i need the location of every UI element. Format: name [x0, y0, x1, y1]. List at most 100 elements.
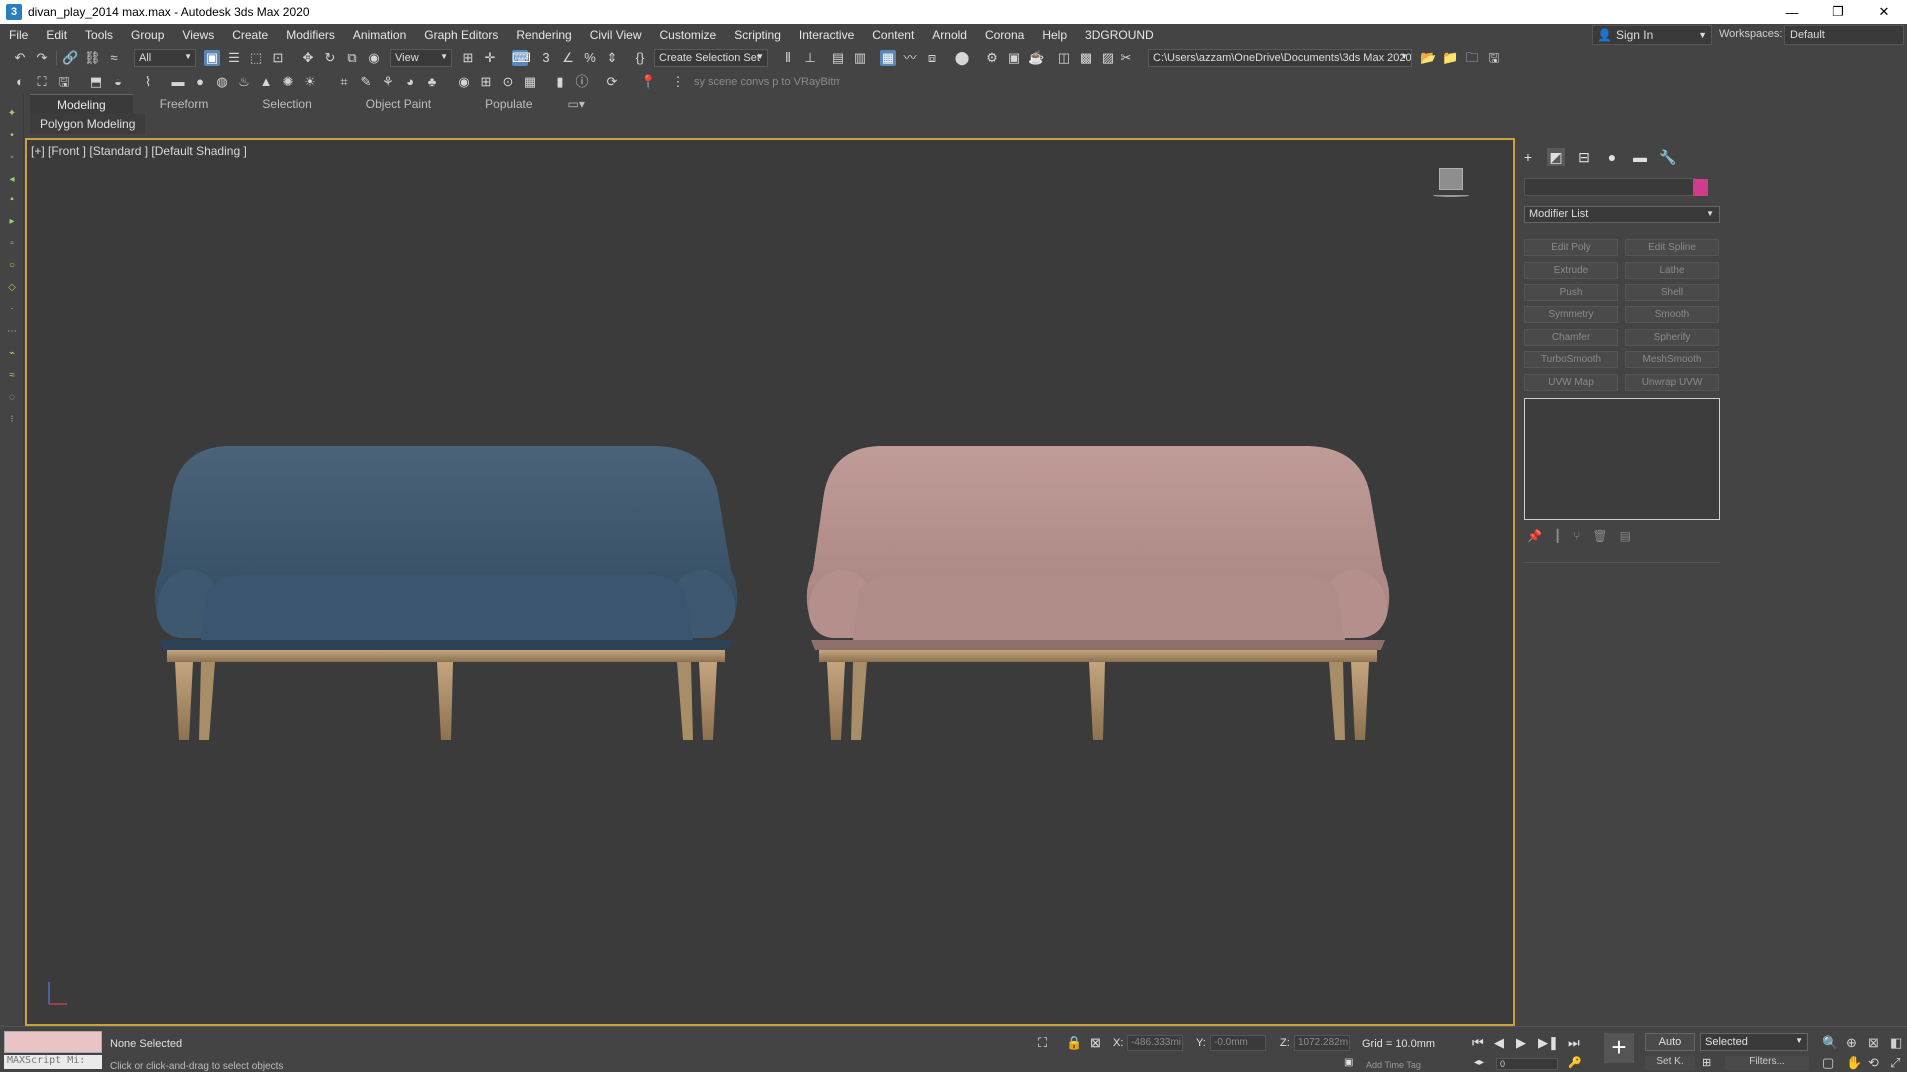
- render-setup-icon[interactable]: ⚙: [984, 50, 1000, 66]
- tool-icon[interactable]: ▪: [6, 194, 18, 206]
- vray-sphere-icon[interactable]: ◉: [456, 74, 472, 90]
- modeling-tool-icon[interactable]: ⌗: [336, 74, 352, 90]
- viewcube-ring[interactable]: [1433, 194, 1469, 197]
- set-project-icon[interactable]: 🗀: [1464, 50, 1480, 66]
- render-icon[interactable]: ◒: [110, 74, 126, 90]
- shell-button[interactable]: Shell: [1625, 284, 1719, 301]
- scene-states-icon[interactable]: ◐: [12, 74, 28, 90]
- tool-icon[interactable]: ≈: [6, 370, 18, 382]
- keyboard-shortcut-override-icon[interactable]: ⌨: [512, 50, 531, 66]
- tab-modeling[interactable]: Modeling: [30, 94, 133, 114]
- previous-frame-icon[interactable]: ◀: [1494, 1035, 1504, 1051]
- menu-content[interactable]: Content: [863, 28, 923, 42]
- menu-views[interactable]: Views: [173, 28, 223, 42]
- minimize-button[interactable]: —: [1769, 0, 1815, 24]
- push-button[interactable]: Push: [1524, 284, 1618, 301]
- next-frame-icon[interactable]: ▶❚: [1538, 1035, 1559, 1051]
- menu-tools[interactable]: Tools: [76, 28, 122, 42]
- tab-populate[interactable]: Populate: [458, 94, 559, 114]
- align-icon[interactable]: ⊥: [802, 50, 818, 66]
- tree-icon[interactable]: ♣: [424, 74, 440, 90]
- time-config-icon[interactable]: ◂▸: [1474, 1057, 1484, 1068]
- motion-tab-icon[interactable]: ●: [1603, 148, 1621, 166]
- x-coordinate-field[interactable]: -486.333mi: [1127, 1035, 1183, 1051]
- remove-modifier-icon[interactable]: 🗑: [1592, 529, 1607, 543]
- rotate-icon[interactable]: ↻: [322, 50, 338, 66]
- mirror-icon[interactable]: ⫴: [780, 50, 796, 66]
- place-icon[interactable]: ◉: [366, 50, 382, 66]
- edit-spline-button[interactable]: Edit Spline: [1625, 239, 1719, 256]
- scale-icon[interactable]: ⧉: [344, 50, 360, 66]
- menu-animation[interactable]: Animation: [344, 28, 415, 42]
- project-folder-dropdown[interactable]: C:\Users\azzam\OneDrive\Documents\3ds Ma…: [1148, 49, 1412, 67]
- box-primitive-icon[interactable]: ▬: [170, 74, 186, 90]
- set-key-button[interactable]: +: [1604, 1033, 1634, 1063]
- save-icon[interactable]: 🖫: [56, 74, 72, 90]
- open-project-icon[interactable]: 📂: [1420, 50, 1436, 66]
- maximize-viewport-icon[interactable]: ⤢: [1890, 1055, 1900, 1071]
- color-icon[interactable]: ▦: [522, 74, 538, 90]
- uvw-map-button[interactable]: UVW Map: [1524, 374, 1618, 391]
- ribbon-toggle-icon[interactable]: ▦: [880, 50, 896, 66]
- tool-icon[interactable]: ◇: [6, 282, 18, 294]
- smooth-button[interactable]: Smooth: [1625, 306, 1719, 323]
- tool-icon[interactable]: ◂: [6, 174, 18, 186]
- snapshot-icon[interactable]: ⛶: [34, 74, 50, 90]
- set-key-mode-button[interactable]: Set K.: [1645, 1056, 1695, 1070]
- selection-lock-icon[interactable]: 🔒: [1066, 1035, 1082, 1051]
- tool-icon[interactable]: ⁝: [6, 414, 18, 426]
- schematic-view-icon[interactable]: ⧈: [924, 50, 940, 66]
- auto-key-button[interactable]: Auto: [1645, 1033, 1695, 1051]
- modifier-list-dropdown[interactable]: Modifier List ▼: [1524, 206, 1720, 223]
- paint-icon[interactable]: ✎: [358, 74, 374, 90]
- sofa-blue[interactable]: [137, 440, 757, 750]
- sofa-pink[interactable]: [789, 440, 1409, 750]
- key-mode-icon[interactable]: ⊞: [1702, 1056, 1711, 1069]
- pivot-center-icon[interactable]: ⊞: [460, 50, 476, 66]
- tool-icon[interactable]: ⋅: [6, 304, 18, 316]
- help-icon[interactable]: ⓘ: [574, 74, 590, 90]
- project-folder-icon[interactable]: 📁: [1442, 50, 1458, 66]
- sign-in-dropdown[interactable]: 👤 Sign In ▼: [1592, 25, 1712, 45]
- display-tab-icon[interactable]: ▬: [1631, 148, 1649, 166]
- add-time-tag[interactable]: Add Time Tag: [1366, 1060, 1421, 1070]
- script-icon[interactable]: ⋮: [670, 74, 686, 90]
- object-color-swatch[interactable]: [1693, 179, 1708, 196]
- menu-3dground[interactable]: 3DGROUND: [1076, 28, 1163, 42]
- make-unique-icon[interactable]: ⑂: [1573, 529, 1580, 543]
- layer-explorer-icon[interactable]: ▥: [852, 50, 868, 66]
- menu-modifiers[interactable]: Modifiers: [277, 28, 344, 42]
- tab-object-paint[interactable]: Object Paint: [339, 94, 458, 114]
- edit-poly-button[interactable]: Edit Poly: [1524, 239, 1618, 256]
- settings-icon[interactable]: ▮: [552, 74, 568, 90]
- bind-spacewarp-icon[interactable]: ≈: [106, 50, 122, 66]
- ribbon-options-icon[interactable]: ▭▾: [560, 94, 593, 114]
- render-frame-icon[interactable]: ▩: [1078, 50, 1094, 66]
- percent-snap-icon[interactable]: %: [582, 50, 598, 66]
- edit-named-selection-icon[interactable]: {}: [632, 50, 648, 66]
- named-selection-set-dropdown[interactable]: Create Selection Set ▼: [654, 49, 768, 67]
- absolute-transform-icon[interactable]: ⊠: [1090, 1035, 1101, 1051]
- maxscript-listener[interactable]: [4, 1031, 102, 1053]
- render-icon[interactable]: ◫: [1056, 50, 1072, 66]
- y-coordinate-field[interactable]: -0.0mm: [1210, 1035, 1266, 1051]
- render-production-icon[interactable]: ☕: [1028, 50, 1044, 66]
- render-region-icon[interactable]: ▨: [1100, 50, 1116, 66]
- menu-arnold[interactable]: Arnold: [923, 28, 976, 42]
- z-coordinate-field[interactable]: 1072.282m: [1294, 1035, 1350, 1051]
- go-to-end-icon[interactable]: ⏭: [1568, 1035, 1580, 1051]
- isolate-selection-icon[interactable]: ⛶: [1038, 1035, 1047, 1051]
- move-icon[interactable]: ✥: [300, 50, 316, 66]
- go-to-start-icon[interactable]: ⏮: [1472, 1035, 1484, 1051]
- sphere-primitive-icon[interactable]: ●: [192, 74, 208, 90]
- key-selection-dropdown[interactable]: Selected ▼: [1700, 1033, 1808, 1051]
- tool-icon[interactable]: ◌: [6, 392, 18, 404]
- pin-icon[interactable]: 📍: [640, 74, 656, 90]
- menu-customize[interactable]: Customize: [651, 28, 726, 42]
- show-end-result-icon[interactable]: ┃: [1554, 529, 1561, 543]
- tools-icon[interactable]: ✂: [1118, 50, 1134, 66]
- cylinder-primitive-icon[interactable]: ◍: [214, 74, 230, 90]
- light-icon[interactable]: ✺: [280, 74, 296, 90]
- restore-button[interactable]: ❐: [1815, 0, 1861, 24]
- chamfer-button[interactable]: Chamfer: [1524, 329, 1618, 346]
